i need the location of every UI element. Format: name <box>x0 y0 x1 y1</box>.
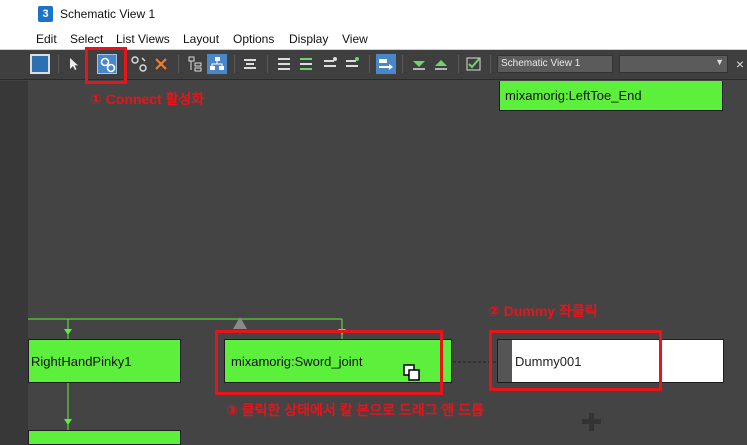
delete-objects-icon[interactable] <box>151 54 171 74</box>
annotation-step3: ③ 클릭한 상태에서 칼 본으로 드래그 앤 드롭 <box>226 402 485 418</box>
chevron-down-icon: ▼ <box>715 57 724 67</box>
view-dropdown[interactable]: ▼ <box>619 55 728 73</box>
annotation-step2: ② Dummy 좌클릭 <box>488 303 598 319</box>
arrange-selected-icon[interactable] <box>296 54 316 74</box>
dummy-highlight-box <box>489 330 662 391</box>
toolbar-separator <box>234 55 235 73</box>
free-all-icon[interactable] <box>320 54 340 74</box>
select-arrow-icon[interactable] <box>63 54 83 74</box>
toolbar-separator <box>458 55 459 73</box>
menu-view[interactable]: View <box>342 32 368 46</box>
toolbar-separator <box>267 55 268 73</box>
close-icon[interactable]: × <box>733 55 747 73</box>
unlink-icon[interactable] <box>129 54 149 74</box>
toolbar-separator <box>402 55 403 73</box>
menu-edit[interactable]: Edit <box>36 32 57 46</box>
toolbar-separator <box>58 55 59 73</box>
view-name-field[interactable]: Schematic View 1 <box>497 55 613 73</box>
window-titlebar: 3 Schematic View 1 <box>0 0 747 29</box>
node-right-hand-pinky[interactable]: RightHandPinky1 <box>28 339 181 383</box>
collapse-selected-icon[interactable] <box>431 54 451 74</box>
menu-list-views[interactable]: List Views <box>116 32 170 46</box>
node-lefttoe-end[interactable]: mixamorig:LeftToe_End <box>499 81 723 111</box>
app-icon: 3 <box>38 6 53 22</box>
always-arrange-icon[interactable] <box>240 54 260 74</box>
reference-mode-icon[interactable] <box>207 54 227 74</box>
move-children-icon[interactable] <box>376 54 396 74</box>
annotation-step1: ① Connect 활성화 <box>90 91 205 107</box>
toolbar-separator <box>178 55 179 73</box>
hierarchy-mode-icon[interactable] <box>185 54 205 74</box>
menu-layout[interactable]: Layout <box>183 32 219 46</box>
connect-highlight-box <box>85 47 127 84</box>
display-floater-icon[interactable] <box>30 54 50 74</box>
free-selected-icon[interactable] <box>342 54 362 74</box>
toolbar-separator <box>490 55 491 73</box>
sword-joint-highlight-box <box>215 330 443 395</box>
arrange-children-icon[interactable] <box>274 54 294 74</box>
expand-selected-icon[interactable] <box>409 54 429 74</box>
menu-select[interactable]: Select <box>70 32 103 46</box>
preferences-check-icon[interactable] <box>464 54 484 74</box>
menu-options[interactable]: Options <box>233 32 274 46</box>
menu-display[interactable]: Display <box>289 32 328 46</box>
toolbar-separator <box>369 55 370 73</box>
window-title: Schematic View 1 <box>60 7 156 21</box>
node-partial-bottom[interactable] <box>28 430 181 445</box>
